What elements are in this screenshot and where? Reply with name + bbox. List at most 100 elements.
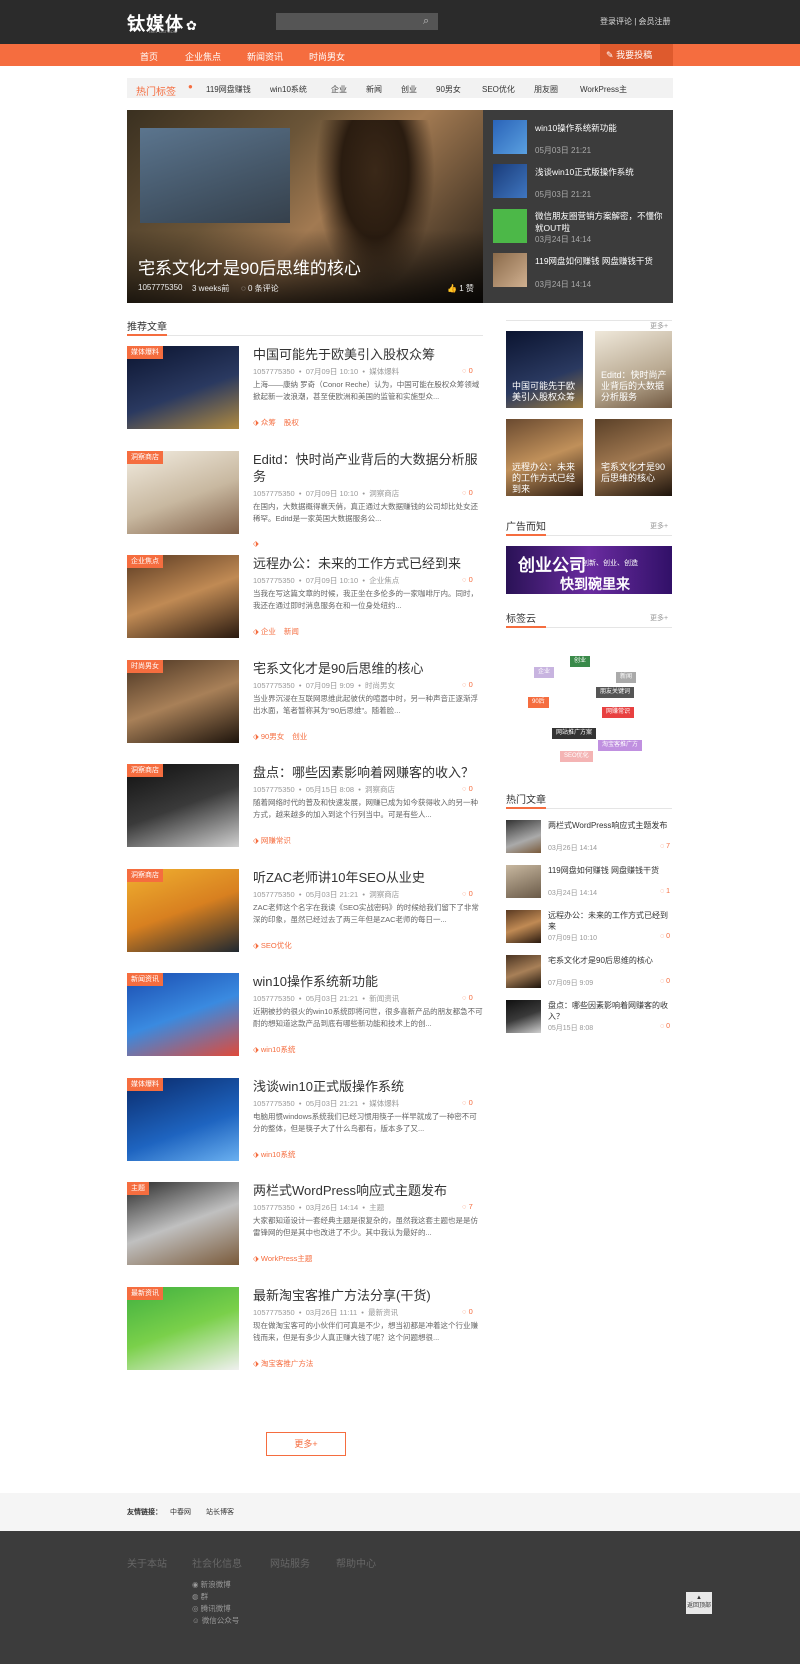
footer-heading[interactable]: 网站服务 <box>270 1555 310 1570</box>
hot-post-title[interactable]: 盘点：哪些因素影响着网赚客的收入？ <box>548 1000 672 1022</box>
hot-tag[interactable]: 创业 <box>401 84 417 95</box>
tag-cloud-item[interactable]: 朋友关键词 <box>596 687 635 698</box>
search-icon[interactable]: ⌕ <box>423 15 429 28</box>
article-category[interactable]: 媒体爆料 <box>369 367 399 376</box>
hot-post-title[interactable]: 两栏式WordPress响应式主题发布 <box>548 820 672 842</box>
friend-link[interactable]: 中春网 <box>170 1507 191 1517</box>
hot-post-title[interactable]: 宅系文化才是90后思维的核心 <box>548 955 672 977</box>
nav-item-fashion[interactable]: 时尚男女 <box>309 50 345 63</box>
more-articles-button[interactable]: 更多+ <box>266 1432 346 1456</box>
hot-post-thumb[interactable] <box>506 820 541 853</box>
tag-cloud-item[interactable]: 企业 <box>534 667 555 678</box>
footer-heading[interactable]: 帮助中心 <box>336 1555 376 1570</box>
hot-tag[interactable]: SEO优化 <box>482 84 515 95</box>
article-title[interactable]: 最新淘宝客推广方法分享(干货) <box>253 1287 483 1304</box>
footer-social-wechat[interactable]: ☺ 微信公众号 <box>192 1615 239 1626</box>
side-post-title[interactable]: win10操作系统新功能 <box>535 122 665 134</box>
article-comments[interactable]: ◌ 0 <box>462 488 473 497</box>
article-category-badge[interactable]: 新闻资讯 <box>127 973 163 986</box>
article-category[interactable]: 洞察商店 <box>365 785 395 794</box>
hot-tag[interactable]: 90男女 <box>436 84 461 95</box>
tag-cloud-item[interactable]: 90后 <box>528 697 549 708</box>
search-input[interactable] <box>276 13 438 30</box>
back-to-top-button[interactable]: ▲ 返回顶部 <box>686 1592 712 1614</box>
side-post-thumb[interactable] <box>493 164 527 198</box>
article-tag[interactable]: WorkPress主题 <box>261 1254 313 1263</box>
article-category-badge[interactable]: 洞察商店 <box>127 764 163 777</box>
article-comments[interactable]: ◌ 0 <box>462 575 473 584</box>
article-tag[interactable]: 网赚常识 <box>261 836 291 845</box>
article-category[interactable]: 时尚男女 <box>365 681 395 690</box>
side-post-title[interactable]: 119网盘如何赚钱 网盘赚钱干货 <box>535 255 665 267</box>
article-comments[interactable]: ◌ 0 <box>462 680 473 689</box>
article-category[interactable]: 最新资讯 <box>368 1308 398 1317</box>
article-category-badge[interactable]: 时尚男女 <box>127 659 163 673</box>
article-category-badge[interactable]: 洞察商店 <box>127 450 163 464</box>
article-title[interactable]: win10操作系统新功能 <box>253 973 483 990</box>
hot-post-thumb[interactable] <box>506 865 541 898</box>
article-category[interactable]: 新闻资讯 <box>369 994 399 1003</box>
article-category-badge[interactable]: 主题 <box>127 1182 149 1195</box>
article-tag[interactable]: 众筹 <box>261 418 276 427</box>
login-register-links[interactable]: 登录评论 | 会员注册 <box>600 16 671 27</box>
article-title[interactable]: 听ZAC老师讲10年SEO从业史 <box>253 869 483 886</box>
footer-social-tencent-weibo[interactable]: ◎ 腾讯微博 <box>192 1603 231 1614</box>
article-category[interactable]: 洞察商店 <box>369 890 399 899</box>
tag-cloud-item[interactable]: SEO优化 <box>560 751 593 762</box>
tag-cloud-item[interactable]: 新闻 <box>616 672 637 683</box>
hero-likes[interactable]: 👍 1 赞 <box>447 283 474 294</box>
article-title[interactable]: 远程办公：未来的工作方式已经到来 <box>253 555 483 572</box>
article-comments[interactable]: ◌ 0 <box>462 1098 473 1107</box>
nav-item-enterprise[interactable]: 企业焦点 <box>185 50 221 63</box>
tag-cloud-item[interactable]: 网站推广方案 <box>552 728 597 739</box>
footer-social-weibo[interactable]: ◉ 新浪微博 <box>192 1579 231 1590</box>
article-title[interactable]: 浅谈win10正式版操作系统 <box>253 1078 483 1095</box>
article-title[interactable]: 宅系文化才是90后思维的核心 <box>253 660 483 677</box>
article-title[interactable]: 两栏式WordPress响应式主题发布 <box>253 1182 483 1199</box>
hero-comments[interactable]: ◌ 0 条评论 <box>241 283 279 294</box>
hot-post-thumb[interactable] <box>506 1000 541 1033</box>
hot-post-comments[interactable]: ◌ 0 <box>660 978 670 985</box>
hot-post-comments[interactable]: ◌ 7 <box>660 843 670 850</box>
side-post-thumb[interactable] <box>493 253 527 287</box>
article-comments[interactable]: ◌ 0 <box>462 889 473 898</box>
article-category-badge[interactable]: 洞察商店 <box>127 868 163 882</box>
article-tag[interactable]: 90男女 <box>261 732 284 741</box>
article-tag[interactable]: 创业 <box>292 732 307 741</box>
side-post-title[interactable]: 微信朋友圈营销方案解密，不懂你就OUT啦 <box>535 210 665 234</box>
nav-item-news[interactable]: 新闻资讯 <box>247 50 283 63</box>
tag-cloud-item[interactable]: 网赚常识 <box>602 707 635 718</box>
article-comments[interactable]: ◌ 7 <box>462 1202 473 1211</box>
tag-cloud-item[interactable]: 创业 <box>570 656 591 667</box>
article-category-badge[interactable]: 媒体爆料 <box>127 346 163 359</box>
article-title[interactable]: 中国可能先于欧美引入股权众筹 <box>253 346 483 363</box>
side-post-thumb[interactable] <box>493 209 527 243</box>
tag-cloud-item[interactable]: 淘宝客推广方 <box>598 740 643 751</box>
hot-post-comments[interactable]: ◌ 0 <box>660 933 670 940</box>
grid-more-link[interactable]: 更多+ <box>650 321 668 331</box>
article-comments[interactable]: ◌ 0 <box>462 366 473 375</box>
article-category[interactable]: 媒体爆料 <box>369 1099 399 1108</box>
article-tag[interactable]: 企业 <box>261 627 276 636</box>
side-post-thumb[interactable] <box>493 120 527 154</box>
article-title[interactable]: 盘点：哪些因素影响着网赚客的收入？ <box>253 764 483 781</box>
hot-tag[interactable]: 朋友圈 <box>534 84 558 95</box>
article-category[interactable]: 主题 <box>369 1203 384 1212</box>
hot-tag[interactable]: 企业 <box>331 84 347 95</box>
hot-post-thumb[interactable] <box>506 955 541 988</box>
article-category-badge[interactable]: 媒体爆料 <box>127 1077 163 1091</box>
hot-post-thumb[interactable] <box>506 910 541 943</box>
article-category-badge[interactable]: 企业焦点 <box>127 555 163 568</box>
article-category-badge[interactable]: 最新资讯 <box>127 1286 163 1300</box>
hot-post-comments[interactable]: ◌ 0 <box>660 1023 670 1030</box>
footer-social-qq-group[interactable]: ◍ 群 <box>192 1591 208 1602</box>
hot-post-title[interactable]: 119网盘如何赚钱 网盘赚钱干货 <box>548 865 672 887</box>
footer-heading[interactable]: 关于本站 <box>127 1555 167 1570</box>
hero-title[interactable]: 宅系文化才是90后思维的核心 <box>138 254 361 279</box>
article-tag[interactable]: 新闻 <box>284 627 299 636</box>
article-tag[interactable]: win10系统 <box>261 1150 296 1159</box>
side-post-title[interactable]: 浅谈win10正式版操作系统 <box>535 166 665 178</box>
article-category[interactable]: 企业焦点 <box>369 576 399 585</box>
hot-tag[interactable]: win10系统 <box>270 84 307 95</box>
article-comments[interactable]: ◌ 0 <box>462 784 473 793</box>
